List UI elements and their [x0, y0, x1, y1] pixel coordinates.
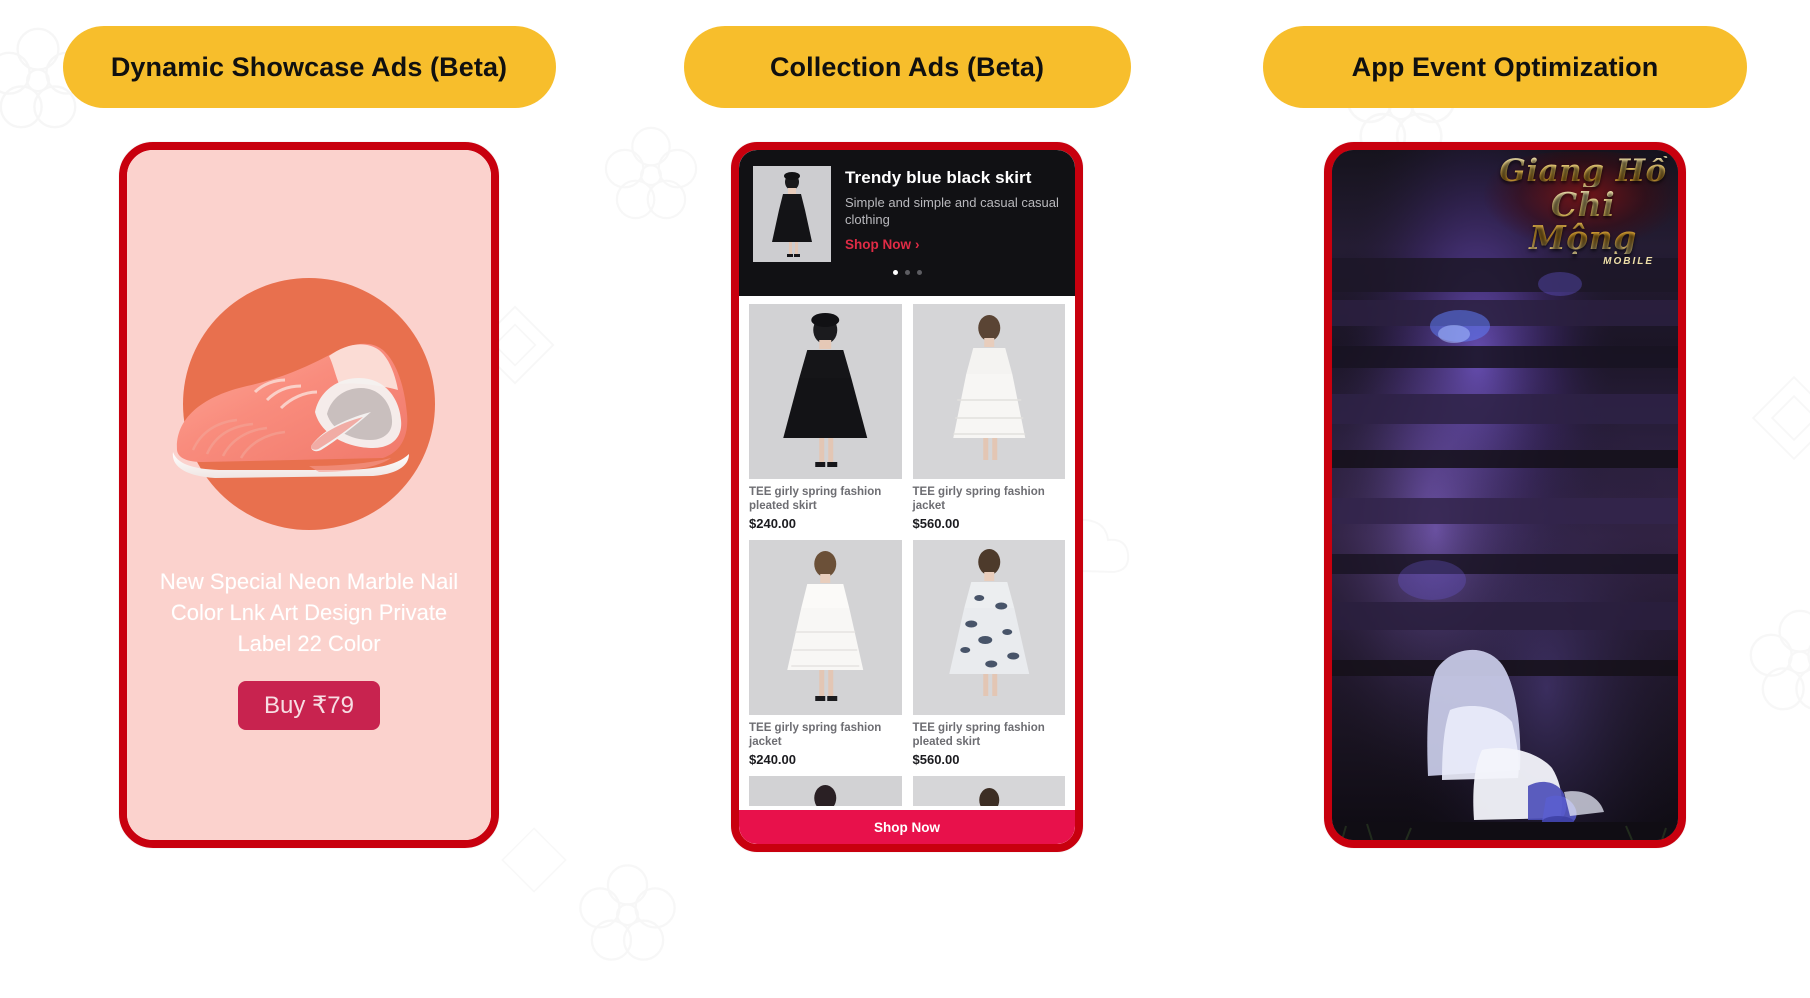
header-pill-dynamic-showcase-ads: Dynamic Showcase Ads (Beta) [62, 26, 556, 108]
game-logo-line-1: Giang Hồ [1494, 156, 1672, 187]
product-price: $240.00 [749, 752, 796, 767]
dsa-buy-button[interactable]: Buy ₹79 [238, 681, 380, 730]
dsa-creative: New Special Neon Marble Nail Color Lnk A… [127, 150, 491, 840]
product-image [912, 304, 1065, 479]
hero-subtitle: Simple and simple and casual casual clot… [845, 195, 1059, 227]
hero-thumbnail-image[interactable] [753, 166, 831, 262]
product-image [749, 540, 902, 715]
product-image [912, 540, 1065, 715]
phone-mockup-dynamic-showcase-ads: New Special Neon Marble Nail Color Lnk A… [119, 142, 499, 848]
screenshot-root: Dynamic Showcase Ads (Beta) New Special … [0, 0, 1810, 998]
product-card-partial[interactable] [912, 776, 1065, 806]
product-image [912, 776, 1065, 806]
product-card[interactable]: TEE girly spring fashion pleated skirt $… [749, 304, 902, 531]
column-dynamic-showcase-ads: Dynamic Showcase Ads (Beta) New Special … [0, 0, 608, 848]
collection-shop-now-button[interactable]: Shop Now [739, 810, 1075, 844]
column-collection-ads: Collection Ads (Beta) Trendy blue black … [608, 0, 1206, 852]
product-price: $240.00 [749, 516, 796, 531]
chevron-right-icon: › [915, 237, 920, 252]
product-name: TEE girly spring fashion pleated skirt [749, 486, 882, 512]
dsa-product-title: New Special Neon Marble Nail Color Lnk A… [159, 569, 459, 656]
game-logo: Giang Hồ Chi Mộng MOBILE [1484, 152, 1678, 267]
product-image [749, 776, 902, 806]
product-image [749, 304, 902, 479]
product-card-partial[interactable] [749, 776, 902, 806]
game-video-creative[interactable]: Giang Hồ Chi Mộng MOBILE [1332, 150, 1678, 840]
collection-hero-banner: Trendy blue black skirt Simple and simpl… [739, 150, 1075, 296]
column-app-event-optimization: App Event Optimization Giang Hồ Chi Mộng… [1206, 0, 1810, 848]
product-name: TEE girly spring fashion jacket [912, 486, 1045, 512]
product-card[interactable]: TEE girly spring fashion pleated skirt $… [912, 540, 1065, 767]
header-pill-app-event-optimization: App Event Optimization [1263, 26, 1747, 108]
product-card[interactable]: TEE girly spring fashion jacket $240.00 [749, 540, 902, 767]
phone-mockup-app-event-optimization: Giang Hồ Chi Mộng MOBILE [1324, 142, 1686, 848]
hero-shop-now-label: Shop Now [845, 237, 911, 252]
hero-shop-now-link[interactable]: Shop Now › [845, 237, 1061, 252]
game-logo-tagline: MOBILE [1603, 256, 1654, 267]
nike-sneaker-image [159, 300, 459, 500]
product-grid: TEE girly spring fashion pleated skirt $… [739, 296, 1075, 806]
product-price: $560.00 [912, 752, 960, 767]
header-pill-collection-ads: Collection Ads (Beta) [683, 26, 1131, 108]
collection-ad-creative: Trendy blue black skirt Simple and simpl… [739, 150, 1075, 844]
product-name: TEE girly spring fashion pleated skirt [912, 722, 1045, 748]
product-name: TEE girly spring fashion jacket [749, 722, 882, 748]
hero-banner-text: Trendy blue black skirt Simple and simpl… [845, 166, 1061, 262]
game-logo-line-2: Chi Mộng [1494, 188, 1672, 254]
phone-mockup-collection-ads: Trendy blue black skirt Simple and simpl… [731, 142, 1083, 852]
carousel-dot-2[interactable] [904, 270, 910, 275]
dsa-hero [127, 150, 491, 560]
product-price: $560.00 [912, 516, 960, 531]
ad-format-columns: Dynamic Showcase Ads (Beta) New Special … [0, 0, 1810, 998]
carousel-dot-3[interactable] [916, 270, 922, 275]
carousel-dot-1[interactable] [892, 270, 898, 275]
product-card[interactable]: TEE girly spring fashion jacket $560.00 [912, 304, 1065, 531]
hero-title: Trendy blue black skirt [845, 168, 1032, 187]
carousel-dots[interactable] [753, 270, 1061, 275]
